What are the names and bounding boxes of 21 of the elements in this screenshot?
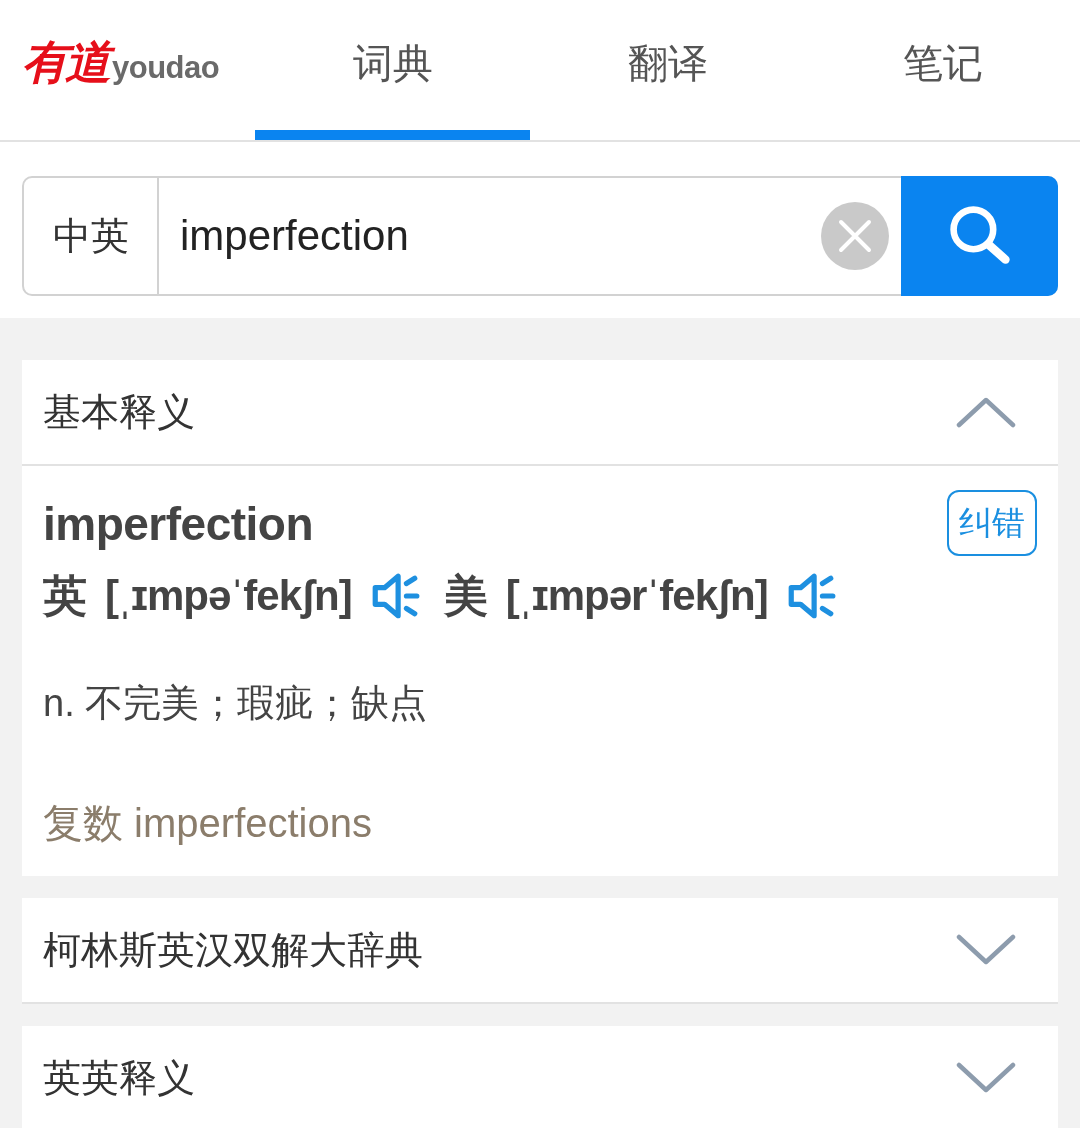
section-title[interactable]: 基本释义 [43,386,195,438]
tab[interactable]: 翻译 [530,0,805,140]
search-button[interactable] [901,176,1058,296]
pronunciation-region: 英 [43,569,87,622]
phonetic-transcription: [ˌɪmpərˈfekʃn] [505,572,768,620]
chevron-down-icon[interactable] [956,934,1016,966]
definition-text: n. 不完美；瑕疵；缺点 [43,681,429,726]
chevron-down-icon[interactable] [956,1062,1016,1094]
brand-logo[interactable]: 有道youdao [22,32,220,94]
search-field[interactable]: 中英 imperfection [22,176,1058,296]
phonetic-transcription: [ˌɪmpəˈfekʃn] [105,572,352,620]
search-input[interactable]: imperfection [159,178,821,294]
section-title[interactable]: 英英释义 [43,1052,195,1104]
chevron-up-icon[interactable] [956,396,1016,428]
tab[interactable]: 笔记 [805,0,1080,140]
clear-icon[interactable] [821,202,889,270]
inflection-text: 复数 imperfections [43,800,373,846]
section-title[interactable]: 柯林斯英汉双解大辞典 [43,924,423,976]
headword: imperfection [43,497,314,552]
pronunciation-region: 美 [443,569,488,622]
language-selector[interactable]: 中英 [24,178,159,294]
